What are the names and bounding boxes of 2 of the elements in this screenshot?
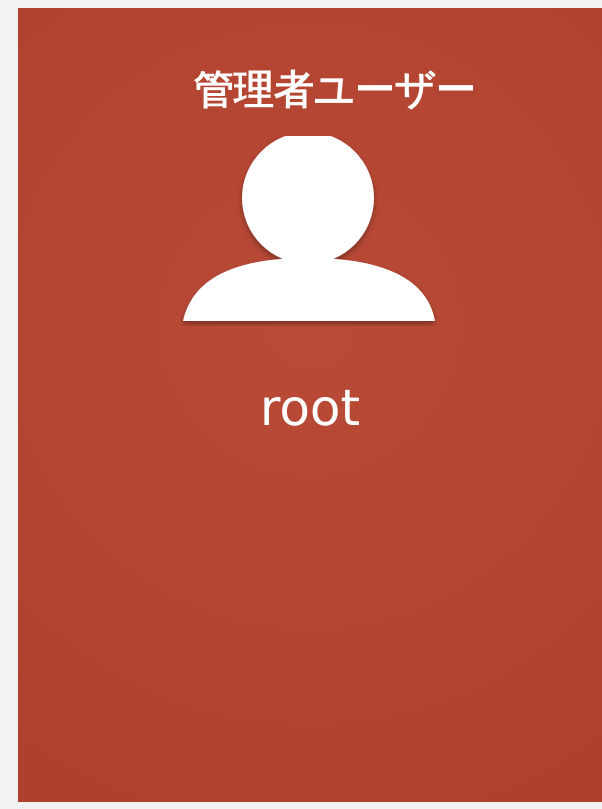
slide-title: 管理者ユーザー (194, 66, 476, 114)
user-name: root (260, 378, 360, 438)
